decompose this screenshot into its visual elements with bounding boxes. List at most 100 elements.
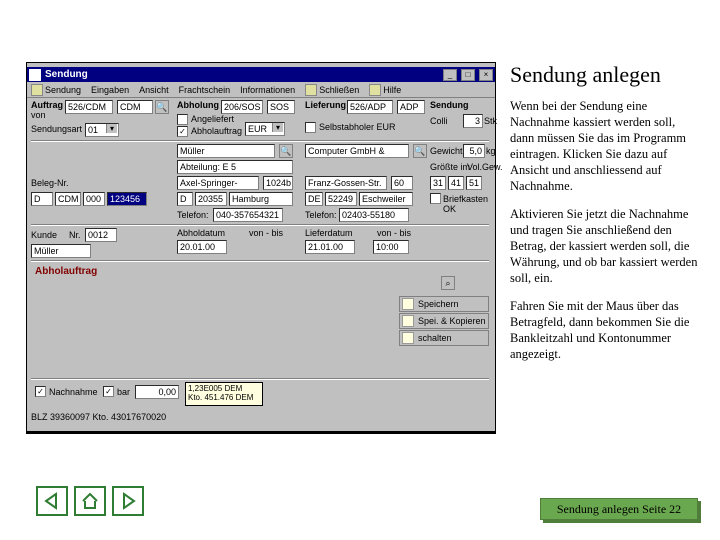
plz-c[interactable]: 000 xyxy=(83,192,105,206)
plz1-field[interactable]: 20355 xyxy=(195,192,227,206)
menu-informationen[interactable]: Informationen xyxy=(240,85,295,95)
plz-a[interactable]: D xyxy=(31,192,53,206)
auftrag-label: Auftrag xyxy=(31,100,63,110)
arrow-left-icon xyxy=(42,491,62,511)
plz2c-field[interactable]: DE xyxy=(305,192,323,206)
help-icon xyxy=(369,84,381,96)
telefon2-field[interactable]: 02403-55180 xyxy=(339,208,409,222)
colli-label: Colli xyxy=(430,116,448,126)
lieferdatum-field[interactable]: 21.01.00 xyxy=(305,240,355,254)
plz-d[interactable]: 123456 xyxy=(107,192,147,206)
dim3-field[interactable]: 51 xyxy=(466,176,482,190)
window-title: Sendung xyxy=(45,69,439,80)
scan-icon[interactable]: ⌕ xyxy=(441,276,455,290)
telefon2-label: Telefon: xyxy=(305,210,337,220)
home-icon xyxy=(80,491,100,511)
window-icon xyxy=(29,69,41,81)
auftrag-field1[interactable]: 526/CDM xyxy=(65,100,113,114)
auftrag-von-label: von xyxy=(31,110,46,120)
page-title: Sendung anlegen xyxy=(510,62,700,88)
dim1-field[interactable]: 31 xyxy=(430,176,446,190)
schalten-button[interactable]: schalten xyxy=(399,330,489,346)
menu-schliessen[interactable]: Schließen xyxy=(305,84,359,96)
maximize-button[interactable]: □ xyxy=(461,69,475,81)
abholung-field1[interactable]: 206/SOS xyxy=(221,100,263,114)
menu-eingaben[interactable]: Eingaben xyxy=(91,85,129,95)
save-icon xyxy=(402,298,414,310)
menu-label: Ansicht xyxy=(139,85,169,95)
plz-b[interactable]: CDM xyxy=(55,192,81,206)
plz2-field[interactable]: 52249 xyxy=(325,192,357,206)
auftrag-field2[interactable]: CDM xyxy=(117,100,153,114)
city1-field[interactable]: Hamburg xyxy=(229,192,293,206)
telefon1-field[interactable]: 040-357654321 xyxy=(213,208,283,222)
btn-label: schalten xyxy=(418,333,452,343)
briefkasten-checkbox[interactable] xyxy=(430,193,441,204)
gewicht-label: Gewicht xyxy=(430,146,463,156)
menu-ansicht[interactable]: Ansicht xyxy=(139,85,169,95)
minimize-button[interactable]: _ xyxy=(443,69,457,81)
abholdatum-field[interactable]: 20.01.00 xyxy=(177,240,227,254)
lieferung-field2[interactable]: ADP xyxy=(397,100,425,114)
menu-label: Frachtschein xyxy=(179,85,231,95)
menu-hilfe[interactable]: Hilfe xyxy=(369,84,401,96)
search-icon[interactable]: 🔍 xyxy=(279,144,293,158)
search-icon[interactable]: 🔍 xyxy=(155,100,169,114)
sendungsart-dropdown[interactable]: 01 xyxy=(85,123,119,137)
bar-checkbox[interactable]: ✓ xyxy=(103,386,114,397)
lieferung-label: Lieferung xyxy=(305,100,346,110)
menu-sendung[interactable]: Sendung xyxy=(31,84,81,96)
blz-bottom: BLZ 39360097 Kto. 43017670020 xyxy=(31,412,166,422)
nachnahme-checkbox[interactable]: ✓ xyxy=(35,386,46,397)
street1-field[interactable]: Axel-Springer-Platz xyxy=(177,176,259,190)
selbstabholer-checkbox[interactable] xyxy=(305,122,316,133)
footer-text: Sendung anlegen Seite 22 xyxy=(557,502,681,517)
angeliefert-checkbox[interactable] xyxy=(177,114,188,125)
instruction-panel: Sendung anlegen Wenn bei der Sendung ein… xyxy=(510,62,700,374)
volgew-label: Vol.Gew. xyxy=(467,162,503,172)
dim2-field[interactable]: 41 xyxy=(448,176,464,190)
vonbis1-label: von - bis xyxy=(249,228,283,238)
colli-field[interactable]: 3 xyxy=(463,114,483,128)
tooltip-line1: 1,23E005 DEM xyxy=(188,384,260,393)
street2-field[interactable]: Franz-Gossen-Str. xyxy=(305,176,387,190)
kunde-nr-field[interactable]: 0012 xyxy=(85,228,117,242)
angeliefert-label: Angeliefert xyxy=(191,114,234,124)
abteilung-field[interactable]: Abteilung: E 5 xyxy=(177,160,293,174)
tooltip: 1,23E005 DEM Kto. 451.476 DEM xyxy=(185,382,263,406)
eur-dropdown[interactable]: EUR xyxy=(245,122,285,136)
tooltip-line2: Kto. 451.476 DEM xyxy=(188,393,260,402)
plz1c-field[interactable]: D xyxy=(177,192,193,206)
instruction-p2: Aktivieren Sie jetzt die Nachnahme und t… xyxy=(510,206,700,286)
lieferzeit-field[interactable]: 10:00 xyxy=(373,240,409,254)
nachnahme-label: Nachnahme xyxy=(49,387,98,397)
sendungsart-label: Sendungsart xyxy=(31,124,82,134)
speichern-button[interactable]: Speichern xyxy=(399,296,489,312)
menu-label: Eingaben xyxy=(91,85,129,95)
abholung-field2[interactable]: SOS xyxy=(267,100,295,114)
gewicht-field[interactable]: 5,0 xyxy=(463,144,485,158)
selbstabholer-label: Selbstabholer EUR xyxy=(319,122,396,132)
city2-field[interactable]: Eschweiler xyxy=(359,192,413,206)
hnr1-field[interactable]: 1024b xyxy=(263,176,293,190)
nav-home-button[interactable] xyxy=(74,486,106,516)
stk-label: Stk xyxy=(484,116,497,126)
close-button[interactable]: × xyxy=(479,69,493,81)
sendung-label: Sendung xyxy=(430,100,469,110)
nav-next-button[interactable] xyxy=(112,486,144,516)
hnr2-field[interactable]: 60 xyxy=(391,176,413,190)
kunde-name-field[interactable]: Müller xyxy=(31,244,91,258)
menu-label: Schließen xyxy=(319,85,359,95)
name1-field[interactable]: Müller xyxy=(177,144,275,158)
menu-frachtschein[interactable]: Frachtschein xyxy=(179,85,231,95)
arrow-right-icon xyxy=(118,491,138,511)
speichern-kopieren-button[interactable]: Spei. & Kopieren xyxy=(399,313,489,329)
nav-prev-button[interactable] xyxy=(36,486,68,516)
close-icon xyxy=(305,84,317,96)
betrag-field[interactable]: 0,00 xyxy=(135,385,179,399)
lieferung-field1[interactable]: 526/ADP xyxy=(347,100,393,114)
name2-field[interactable]: Computer GmbH & Co.KG xyxy=(305,144,409,158)
app-window: Sendung _ □ × Sendung Eingaben Ansicht F… xyxy=(26,62,496,432)
abholauftrag-checkbox[interactable]: ✓ xyxy=(177,126,188,137)
search-icon[interactable]: 🔍 xyxy=(413,144,427,158)
